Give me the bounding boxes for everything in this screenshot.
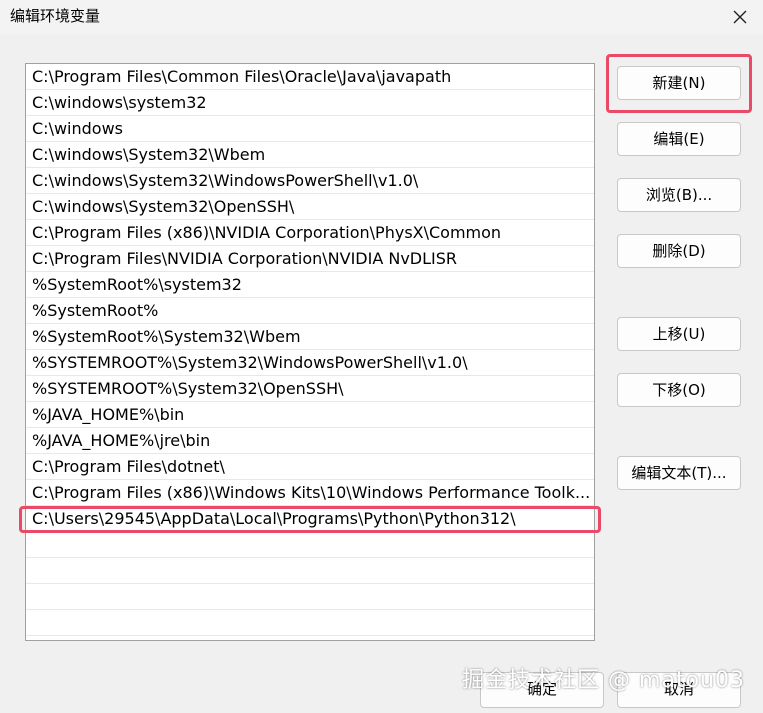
list-item[interactable]: %JAVA_HOME%\jre\bin [26,428,594,454]
close-icon [733,10,747,24]
list-item[interactable]: C:\windows [26,116,594,142]
move-up-button[interactable]: 上移(U) [617,317,741,351]
path-list[interactable]: C:\Program Files\Common Files\Oracle\Jav… [25,63,595,641]
list-item[interactable]: C:\windows\System32\Wbem [26,142,594,168]
list-item[interactable]: C:\Program Files (x86)\NVIDIA Corporatio… [26,220,594,246]
list-item-empty[interactable] [26,610,594,636]
edit-button[interactable]: 编辑(E) [617,122,741,156]
new-button[interactable]: 新建(N) [617,66,741,100]
list-item[interactable]: C:\Program Files\NVIDIA Corporation\NVID… [26,246,594,272]
list-item[interactable]: C:\Program Files (x86)\Windows Kits\10\W… [26,480,594,506]
delete-button[interactable]: 删除(D) [617,234,741,268]
list-item[interactable]: C:\Program Files\dotnet\ [26,454,594,480]
watermark: 掘金技术社区 @ matou03 [462,668,745,693]
list-item-empty[interactable] [26,584,594,610]
list-item[interactable]: %JAVA_HOME%\bin [26,402,594,428]
browse-button[interactable]: 浏览(B)... [617,178,741,212]
edit-text-button[interactable]: 编辑文本(T)... [617,456,741,490]
move-down-button[interactable]: 下移(O) [617,373,741,407]
list-item[interactable]: %SYSTEMROOT%\System32\OpenSSH\ [26,376,594,402]
list-item-empty[interactable] [26,558,594,584]
list-item[interactable]: C:\windows\System32\WindowsPowerShell\v1… [26,168,594,194]
list-item-empty[interactable] [26,532,594,558]
list-item[interactable]: C:\windows\System32\OpenSSH\ [26,194,594,220]
close-button[interactable] [717,0,763,34]
window-title: 编辑环境变量 [10,7,101,25]
list-item[interactable]: %SystemRoot%\System32\Wbem [26,324,594,350]
list-item[interactable]: C:\Program Files\Common Files\Oracle\Jav… [26,64,594,90]
list-item[interactable]: C:\windows\system32 [26,90,594,116]
list-item[interactable]: %SystemRoot%\system32 [26,272,594,298]
list-item[interactable]: %SYSTEMROOT%\System32\WindowsPowerShell\… [26,350,594,376]
list-item[interactable]: %SystemRoot% [26,298,594,324]
list-item-selected[interactable]: C:\Users\29545\AppData\Local\Programs\Py… [26,506,594,532]
title-bar: 编辑环境变量 [0,0,763,34]
